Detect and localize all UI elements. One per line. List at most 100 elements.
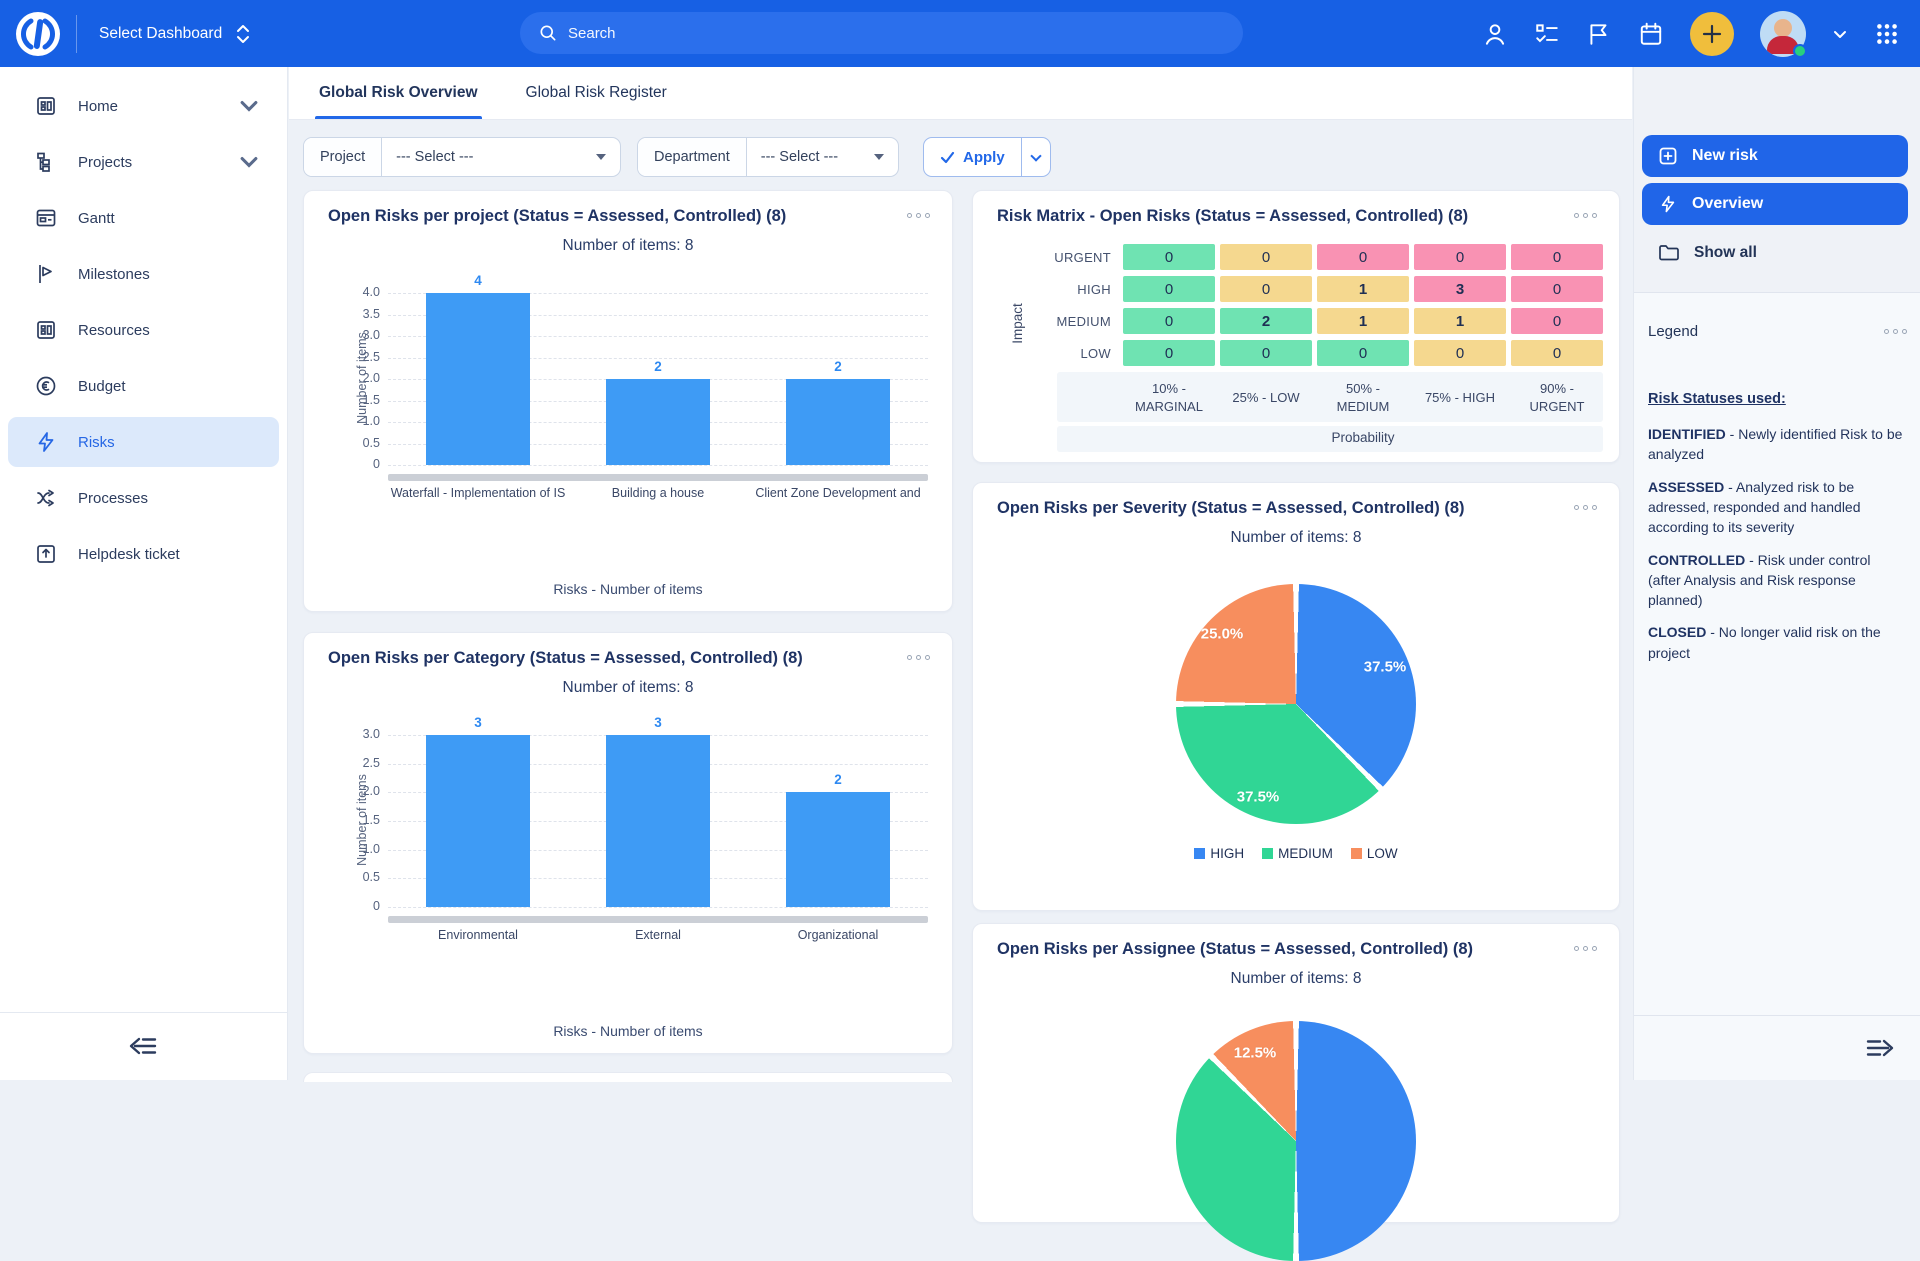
card-menu-button[interactable] [903, 207, 934, 224]
card-menu-button[interactable] [1570, 499, 1601, 516]
matrix-cell[interactable]: 0 [1123, 276, 1215, 302]
dashboard-selector[interactable]: Select Dashboard [99, 24, 250, 44]
legend-menu-button[interactable] [1880, 323, 1911, 340]
gridline [388, 907, 928, 908]
matrix-footer-bg [1057, 426, 1603, 452]
new-risk-button[interactable]: New risk [1642, 135, 1908, 177]
matrix-cell[interactable]: 0 [1220, 340, 1312, 366]
chart-scrollbar[interactable] [388, 474, 928, 481]
matrix-cell[interactable]: 0 [1317, 340, 1409, 366]
sidebar-item-processes[interactable]: Processes [8, 473, 279, 523]
search-icon [538, 23, 558, 43]
chevron-down-icon[interactable] [237, 94, 261, 118]
search-bar[interactable] [520, 12, 1243, 54]
x-category-label: External [635, 928, 681, 942]
sidebar-item-milestones[interactable]: Milestones [8, 249, 279, 299]
sidebar-item-helpdesk[interactable]: Helpdesk ticket [8, 529, 279, 579]
matrix-cell[interactable]: 1 [1414, 308, 1506, 334]
matrix-col-label: 25% - LOW [1220, 389, 1312, 407]
card-title: Risk Matrix - Open Risks (Status = Asses… [997, 207, 1468, 226]
chart-scrollbar[interactable] [388, 916, 928, 923]
bar-0[interactable] [426, 735, 530, 907]
matrix-cell[interactable]: 1 [1317, 276, 1409, 302]
bar-1[interactable] [606, 735, 710, 907]
calendar-icon[interactable] [1638, 21, 1664, 47]
matrix-cell[interactable]: 0 [1511, 340, 1603, 366]
sidebar-item-projects[interactable]: Projects [8, 137, 279, 187]
pie-legend-item[interactable]: LOW [1351, 846, 1398, 861]
sidebar-item-risks[interactable]: Risks [8, 417, 279, 467]
tab-global-risk-register[interactable]: Global Risk Register [526, 67, 667, 119]
show-all-link[interactable]: Show all [1658, 243, 1757, 263]
impact-axis-title: Impact [1010, 303, 1025, 344]
app-logo[interactable] [15, 11, 61, 57]
pie-legend-item[interactable]: MEDIUM [1262, 846, 1333, 861]
inbox-icon [34, 542, 58, 566]
matrix-cell[interactable]: 0 [1511, 308, 1603, 334]
filter-bar: Project --- Select --- Department --- Se… [303, 135, 1051, 179]
matrix-cell[interactable]: 0 [1123, 308, 1215, 334]
sidebar-item-home[interactable]: Home [8, 81, 279, 131]
project-filter-select[interactable]: --- Select --- [382, 138, 620, 176]
dropdown-caret-icon [874, 154, 884, 160]
y-tick-label: 2.5 [336, 756, 380, 770]
flag-icon[interactable] [1586, 21, 1612, 47]
apply-button[interactable]: Apply [924, 138, 1021, 176]
apps-grid-icon[interactable] [1874, 21, 1900, 47]
tasklist-icon[interactable] [1534, 21, 1560, 47]
bar-2[interactable] [786, 792, 890, 907]
matrix-cell[interactable]: 0 [1511, 244, 1603, 270]
matrix-cell[interactable]: 0 [1220, 276, 1312, 302]
pie-slice-label: 37.5% [1237, 789, 1280, 806]
y-tick-label: 0.5 [336, 870, 380, 884]
chevron-down-icon[interactable] [1832, 26, 1848, 42]
status-controlled: CONTROLLED - Risk under control (after A… [1648, 550, 1907, 611]
bar-0[interactable] [426, 293, 530, 465]
sidebar-divider [0, 1012, 288, 1013]
sidebar-item-label: Resources [78, 322, 150, 339]
matrix-cell[interactable]: 0 [1511, 276, 1603, 302]
matrix-cell[interactable]: 3 [1414, 276, 1506, 302]
x-category-label: Client Zone Development and [755, 486, 920, 500]
card-menu-button[interactable] [1570, 940, 1601, 957]
chevron-down-icon[interactable] [237, 150, 261, 174]
matrix-cell[interactable]: 2 [1220, 308, 1312, 334]
bar-2[interactable] [786, 379, 890, 465]
matrix-cell[interactable]: 1 [1317, 308, 1409, 334]
department-filter-select[interactable]: --- Select --- [747, 138, 898, 176]
bar-chart-projects: 4.03.53.02.52.01.51.00.504Waterfall - Im… [324, 277, 934, 547]
pie-slice-label: 25.0% [1201, 626, 1244, 643]
apply-more-button[interactable] [1021, 138, 1050, 176]
matrix-cell[interactable]: 0 [1414, 244, 1506, 270]
matrix-cell[interactable]: 0 [1317, 244, 1409, 270]
sidebar-item-budget[interactable]: Budget [8, 361, 279, 411]
sidebar-item-resources[interactable]: Resources [8, 305, 279, 355]
overview-button[interactable]: Overview [1642, 183, 1908, 225]
new-risk-label: New risk [1692, 147, 1758, 165]
pie-legend-item[interactable]: HIGH [1194, 846, 1244, 861]
matrix-cell[interactable]: 0 [1123, 340, 1215, 366]
matrix-cell[interactable]: 0 [1414, 340, 1506, 366]
card-menu-button[interactable] [903, 649, 934, 666]
user-icon[interactable] [1482, 21, 1508, 47]
dashboard-selector-label: Select Dashboard [99, 25, 222, 43]
matrix-cell[interactable]: 0 [1123, 244, 1215, 270]
sidebar-item-gantt[interactable]: Gantt [8, 193, 279, 243]
collapse-sidebar-icon[interactable] [125, 1030, 161, 1062]
bar-value-label: 4 [474, 273, 482, 288]
bar-chart-categories: 3.02.52.01.51.00.503Environmental3Extern… [324, 719, 934, 989]
search-input[interactable] [568, 25, 1168, 42]
bar-1[interactable] [606, 379, 710, 465]
matrix-col-label: 10% - MARGINAL [1123, 380, 1215, 415]
card-menu-button[interactable] [1570, 207, 1601, 224]
pie[interactable]: 12.5% [1176, 1021, 1416, 1261]
pie[interactable]: 37.5%37.5%25.0% [1176, 584, 1416, 824]
expand-panel-icon[interactable] [1862, 1032, 1898, 1064]
y-tick-label: 3.0 [336, 727, 380, 741]
tab-global-risk-overview[interactable]: Global Risk Overview [319, 67, 478, 119]
avatar[interactable] [1760, 11, 1806, 57]
matrix-cell[interactable]: 0 [1220, 244, 1312, 270]
risk-statuses-heading: Risk Statuses used: [1648, 389, 1907, 410]
department-filter-label: Department [638, 138, 747, 176]
quick-add-button[interactable] [1690, 12, 1734, 56]
